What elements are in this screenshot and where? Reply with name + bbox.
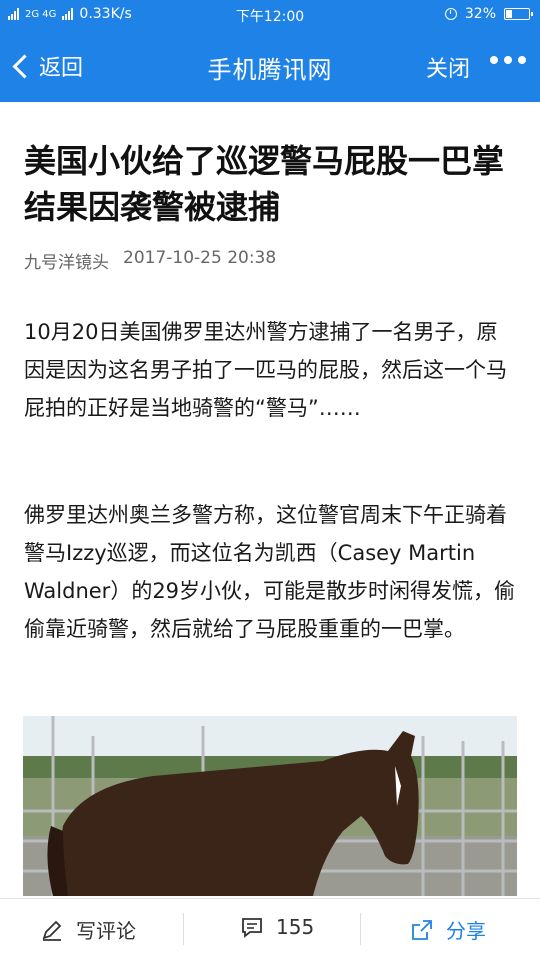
chevron-left-icon <box>12 53 37 79</box>
status-right: 32% <box>444 6 533 22</box>
comment-icon <box>242 918 262 938</box>
back-label: 返回 <box>39 56 84 81</box>
article-image[interactable] <box>23 716 517 896</box>
battery-percent: 32% <box>464 6 496 22</box>
nav-bar: 返回 手机腾讯网 关闭 <box>0 30 540 102</box>
comment-count: 155 <box>276 915 315 939</box>
article-byline: 九号洋镜头 2017-10-25 20:38 <box>24 248 276 273</box>
comments-button[interactable]: 155 <box>240 915 314 939</box>
close-button[interactable]: 关闭 <box>426 51 470 83</box>
write-comment-button[interactable]: 写评论 <box>40 915 136 944</box>
share-icon <box>412 919 432 940</box>
divider <box>360 913 361 945</box>
alarm-icon <box>444 8 457 20</box>
article-paragraph: 10月20日美国佛罗里达州警方逮捕了一名男子，原因是因为这名男子拍了一匹马的屁股… <box>24 320 507 420</box>
bottom-bar: 写评论 155 分享 <box>0 898 540 960</box>
share-button[interactable]: 分享 <box>410 915 486 944</box>
write-comment-label: 写评论 <box>76 919 136 943</box>
article-paragraph: 佛罗里达州奥兰多警方称，这位警官周末下午正骑着警马Izzy巡逻，而这位名为凯西（… <box>24 503 516 641</box>
article-title: 美国小伙给了巡逻警马屁股一巴掌 结果因袭警被逮捕 <box>24 142 505 226</box>
article-source[interactable]: 九号洋镜头 <box>24 248 109 273</box>
status-bar: 2G 4G 0.33K/s 下午12:00 32% <box>0 0 540 30</box>
battery-fill <box>506 10 513 18</box>
battery-icon <box>504 8 533 20</box>
more-dots-icon[interactable] <box>490 56 526 64</box>
article-time: 2017-10-25 20:38 <box>123 248 277 268</box>
share-label: 分享 <box>446 919 486 943</box>
pencil-icon <box>42 920 62 941</box>
divider <box>183 913 184 945</box>
back-button[interactable]: 返回 <box>10 50 83 82</box>
